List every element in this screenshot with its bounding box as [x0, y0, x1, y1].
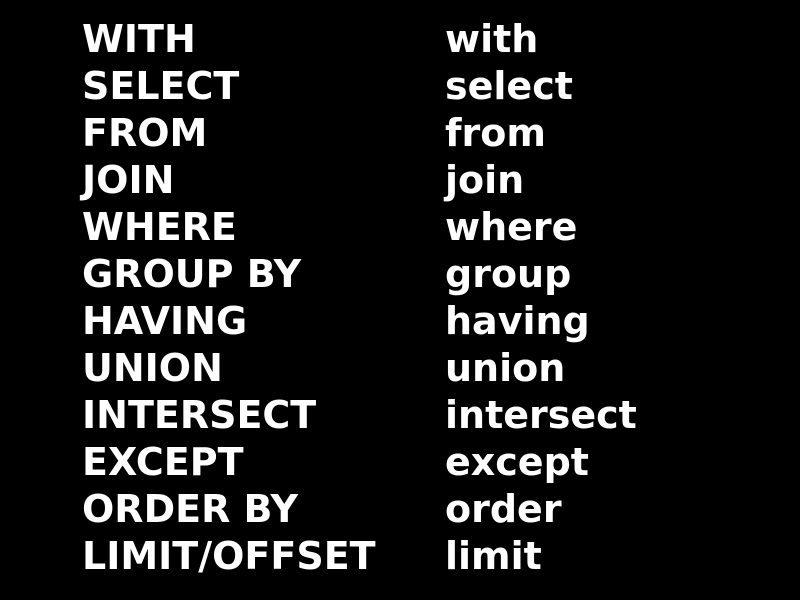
- lowercase-keyword: union: [445, 346, 566, 390]
- uppercase-keyword: EXCEPT: [82, 440, 244, 484]
- uppercase-keyword: WITH: [82, 17, 196, 61]
- uppercase-keyword: UNION: [82, 346, 223, 390]
- lowercase-keyword: order: [445, 487, 562, 531]
- uppercase-keyword: WHERE: [82, 205, 237, 249]
- uppercase-keyword: LIMIT/OFFSET: [82, 534, 376, 578]
- lowercase-keyword: join: [445, 158, 525, 202]
- uppercase-keyword: ORDER BY: [82, 487, 298, 531]
- keyword-slide: WITH SELECT FROM JOIN WHERE GROUP BY HAV…: [0, 0, 800, 600]
- lowercase-keyword-list: with select from join where group having…: [445, 16, 637, 580]
- lowercase-keyword: except: [445, 440, 589, 484]
- uppercase-keyword: SELECT: [82, 64, 240, 108]
- lowercase-keyword: from: [445, 111, 546, 155]
- uppercase-keyword: JOIN: [82, 158, 175, 202]
- lowercase-keyword: group: [445, 252, 572, 296]
- uppercase-keyword-list: WITH SELECT FROM JOIN WHERE GROUP BY HAV…: [82, 16, 376, 580]
- uppercase-keyword: HAVING: [82, 299, 248, 343]
- uppercase-keyword: INTERSECT: [82, 393, 317, 437]
- lowercase-keyword: intersect: [445, 393, 637, 437]
- lowercase-keyword: having: [445, 299, 590, 343]
- lowercase-keyword: with: [445, 17, 539, 61]
- lowercase-keyword: limit: [445, 534, 542, 578]
- lowercase-keyword: where: [445, 205, 578, 249]
- lowercase-keyword: select: [445, 64, 573, 108]
- uppercase-keyword: FROM: [82, 111, 208, 155]
- uppercase-keyword: GROUP BY: [82, 252, 302, 296]
